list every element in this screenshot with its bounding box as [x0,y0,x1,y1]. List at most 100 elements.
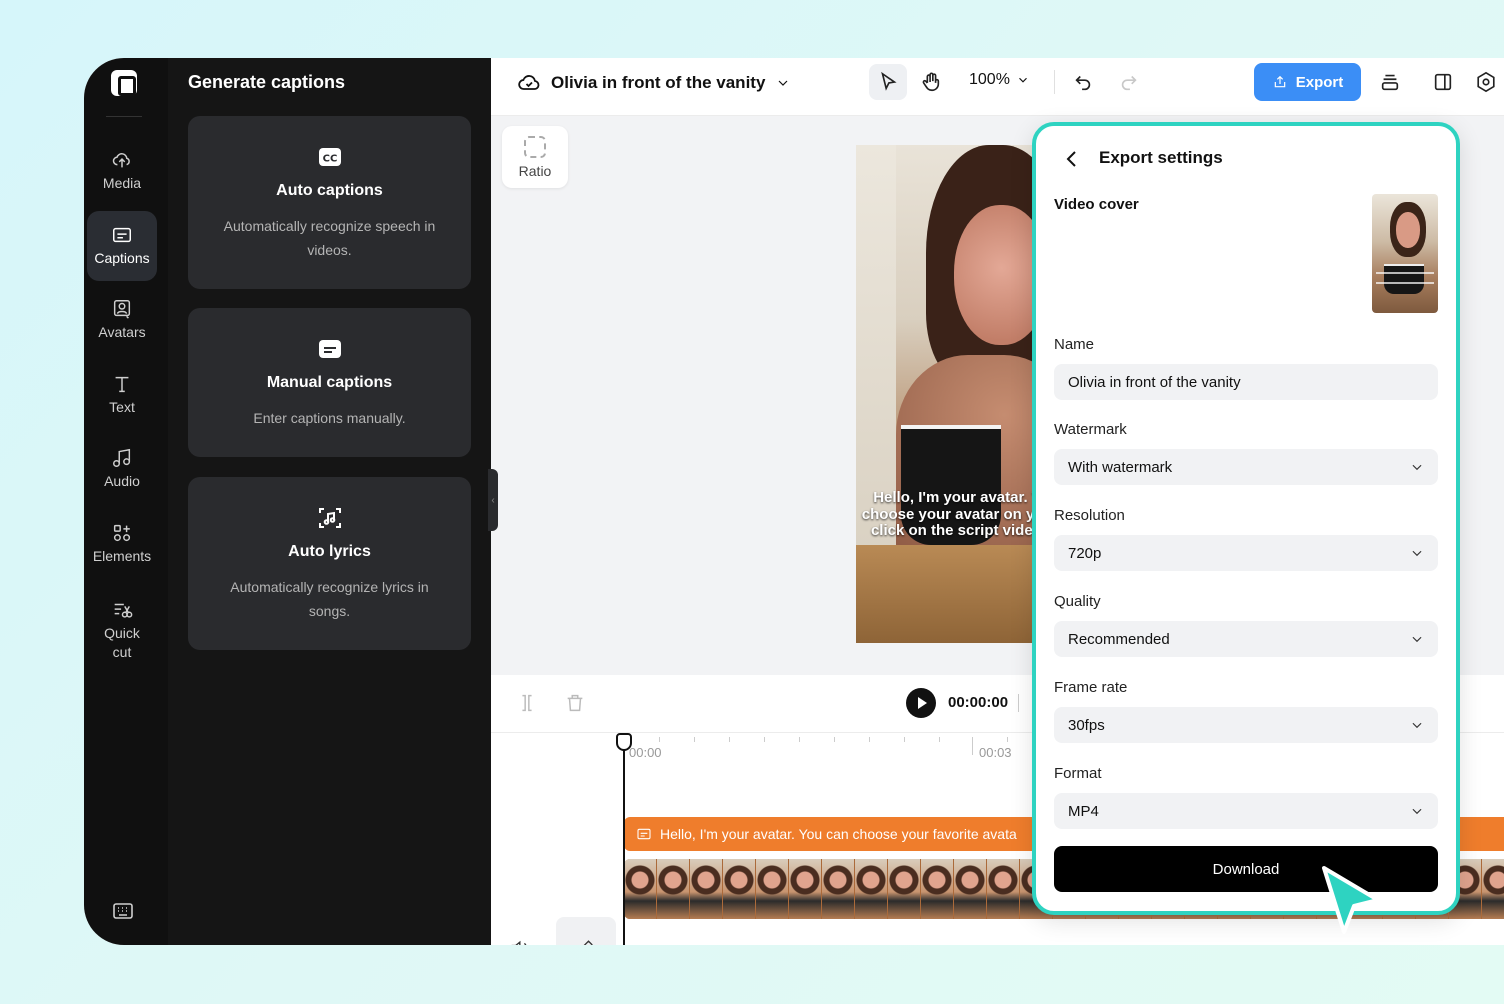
sidebar-item-label: Captions [94,250,150,267]
sidebar-item-label: Elements [92,548,152,565]
frame-rate-value: 30fps [1068,716,1105,734]
sidebar-item-quick-cut[interactable]: Quick cut [87,590,157,670]
playhead[interactable] [623,733,625,945]
auto-lyrics-card[interactable]: Auto lyrics Automatically recognize lyri… [188,477,471,650]
play-button[interactable] [906,688,936,718]
card-description: Automatically recognize speech in videos… [223,218,436,258]
name-label: Name [1054,336,1095,353]
panel-title: Generate captions [188,72,346,92]
chevron-down-icon [1412,722,1422,729]
card-title: Auto lyrics [288,543,371,560]
video-cover-thumbnail[interactable] [1372,194,1438,313]
export-label: Export [1295,73,1344,91]
cloud-upload-icon [111,149,133,171]
layers-button[interactable] [1371,64,1409,100]
elements-icon [111,522,133,544]
resolution-value: 720p [1068,544,1102,562]
settings-button[interactable] [1467,64,1504,100]
quality-select[interactable]: Recommended [1054,621,1438,657]
zoom-selector[interactable]: 100% [969,71,1030,89]
format-select[interactable]: MP4 [1054,793,1438,829]
card-description: Automatically recognize lyrics in songs. [230,579,429,619]
hand-icon [922,72,940,92]
export-button[interactable]: Export [1254,63,1361,101]
playhead-handle[interactable] [616,733,632,751]
chevron-down-icon [1412,464,1422,471]
split-icon[interactable] [516,692,538,714]
layout-toggle-button[interactable] [1424,64,1462,100]
sidebar-item-audio[interactable]: Audio [87,434,157,504]
layers-icon [1381,74,1399,91]
avatar-icon [111,298,133,320]
chevron-down-icon [778,80,788,86]
caption-clip-text: Hello, I'm your avatar. You can choose y… [660,826,1017,842]
format-value: MP4 [1068,802,1099,820]
name-value: Olivia in front of the vanity [1068,373,1241,391]
card-title: Auto captions [276,182,383,199]
music-note-icon [111,447,133,469]
sidebar-item-text[interactable]: Text [87,360,157,430]
video-subtitle: Hello, I'm your avatar. You can choose y… [861,489,1036,539]
frame-rate-label: Frame rate [1054,679,1128,696]
export-settings-panel: Export settings Video cover Name Olivia … [1032,122,1460,915]
quick-cut-icon [111,599,133,621]
name-field[interactable]: Olivia in front of the vanity [1054,364,1438,400]
left-nav-rail: Media Captions Avatars Text Audio Elemen… [84,58,168,945]
app-logo[interactable] [111,70,137,96]
zoom-level: 100% [969,71,1010,88]
project-name: Olivia in front of the vanity [551,73,766,92]
sidebar-item-avatars[interactable]: Avatars [87,285,157,355]
watermark-select[interactable]: With watermark [1054,449,1438,485]
sidebar-item-captions[interactable]: Captions [87,211,157,281]
svg-text:CC: CC [322,154,337,165]
download-label: Download [1212,860,1280,878]
project-title[interactable]: Olivia in front of the vanity [517,71,791,95]
ratio-label: Ratio [518,162,552,179]
quality-label: Quality [1054,593,1101,610]
current-timecode: 00:00:00 [948,694,1009,711]
back-button[interactable] [1062,148,1082,170]
select-tool-button[interactable] [869,64,907,100]
manual-captions-card[interactable]: Manual captions Enter captions manually. [188,308,471,457]
quality-value: Recommended [1068,630,1170,648]
captions-icon [111,224,133,246]
redo-icon [1121,75,1137,91]
sidebar-item-elements[interactable]: Elements [87,509,157,579]
mouse-cursor-icon [1322,866,1380,934]
delete-icon[interactable] [564,692,586,714]
undo-button[interactable] [1064,64,1102,100]
keyboard-shortcuts-icon[interactable] [111,899,135,923]
ruler-label: 00:00 [629,745,662,760]
card-description: Enter captions manually. [253,410,406,426]
frame-rate-select[interactable]: 30fps [1054,707,1438,743]
chevron-down-icon [1412,808,1422,815]
collapse-panel-handle[interactable]: ‹ [488,469,498,531]
captions-icon [637,828,651,840]
pencil-icon [583,940,593,945]
captions-panel: Generate captions CC Auto captions Autom… [168,58,491,945]
sidebar-item-label: Text [109,399,135,416]
gear-icon [1477,71,1495,93]
resolution-label: Resolution [1054,507,1125,524]
upload-icon [1274,75,1286,88]
auto-captions-card[interactable]: CC Auto captions Automatically recognize… [188,116,471,289]
redo-button[interactable] [1110,64,1148,100]
chevron-down-icon [1019,77,1027,83]
watermark-value: With watermark [1068,458,1173,476]
ratio-button[interactable]: Ratio [502,126,568,188]
hand-tool-button[interactable] [912,64,950,100]
volume-icon[interactable] [509,938,531,945]
video-preview[interactable]: Hello, I'm your avatar. You can choose y… [856,145,1036,643]
chevron-down-icon [1412,636,1422,643]
sidebar-item-media[interactable]: Media [87,136,157,206]
top-toolbar: Olivia in front of the vanity 100% Expor… [491,58,1504,116]
text-icon [111,373,133,395]
resolution-select[interactable]: 720p [1054,535,1438,571]
edit-cover-button[interactable] [556,917,616,945]
toolbar-divider [1054,70,1055,94]
video-cover-label: Video cover [1054,196,1139,213]
lyrics-icon [317,505,343,531]
split-panel-icon [1434,73,1452,91]
pointer-icon [881,71,897,91]
chevron-down-icon [1412,550,1422,557]
